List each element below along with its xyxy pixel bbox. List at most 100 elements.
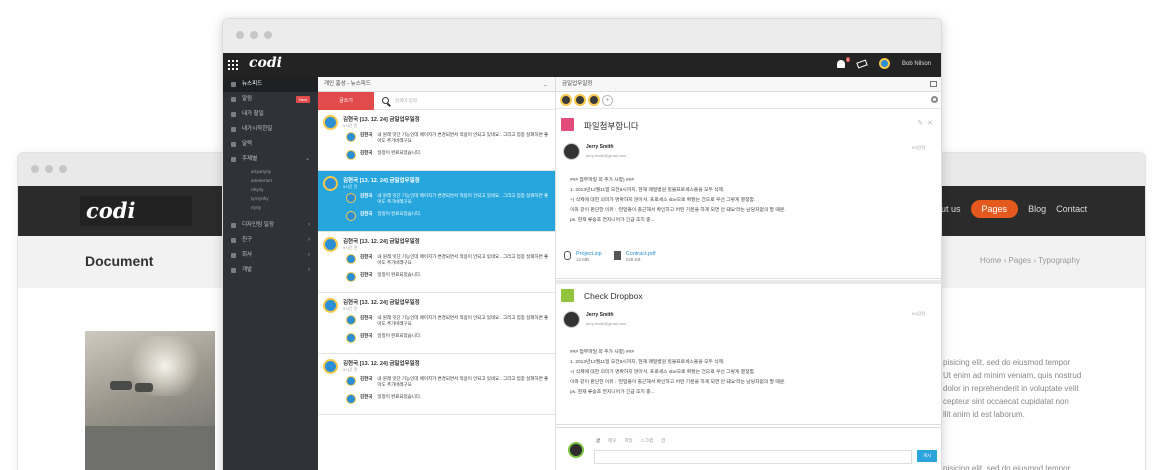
post-title: 김현국 [13. 12. 24] 금일업무일정 [343, 239, 420, 245]
sidebar-group-dev[interactable]: 개발 › [223, 263, 318, 278]
body-line: 1. 2013년12월11일 오전9시까지, 현재 매일병원 힐뷸프로세스들을 … [570, 188, 725, 193]
search-icon[interactable] [382, 97, 389, 104]
comment-author: 김현국 [360, 150, 373, 155]
app-logo[interactable]: codi [249, 55, 282, 71]
sidebar-group-company[interactable]: 회사 › [223, 248, 318, 263]
sidebar-item-newsfeed[interactable]: 뉴스피드 [223, 77, 318, 92]
chevron-right-icon: › [308, 222, 310, 228]
comment-author: 김현국 [360, 315, 373, 320]
author-avatar[interactable] [563, 143, 580, 160]
post-title: 김현국 [13. 12. 24] 금일업무일정 [343, 361, 420, 367]
sidebar-item-label: 회사 [242, 252, 253, 258]
sidebar-item-alerts[interactable]: 알림 New [223, 92, 318, 107]
comment-avatar [346, 315, 356, 325]
add-member-button[interactable]: + [602, 94, 613, 106]
comment-author: 김현국 [360, 333, 373, 338]
sidebar-item-my-tasks[interactable]: 내가 할일 [223, 107, 318, 122]
tab-post[interactable]: 글 [596, 438, 600, 444]
comment-avatar [346, 394, 356, 404]
group-icon [231, 238, 236, 243]
list-item[interactable]: 김현국 [13. 12. 24] 금일업무일정 9시간 전 김현국 내 원래 잇단 기… [318, 232, 555, 293]
lorem-line: Ut enim ad minim veniam, quis nostrud [943, 371, 1082, 380]
post-card: Check Dropbox Jerry Smith jerry.smith@gm… [556, 280, 941, 425]
body-line: ps. 현재 류승호 면지니어가 긴급 조치 중... [570, 390, 655, 395]
comment-text: 일정이 완료되었습니다. [377, 150, 422, 155]
comment-avatar [346, 132, 356, 142]
sidebar-item-label: 주제별 [242, 156, 258, 162]
card-body: ### 첨부파일 외 추가 사항) ### 1. 2013년12월11일 오전9… [570, 176, 920, 226]
bell-icon[interactable]: 6 [836, 56, 850, 68]
sidebar-subitem[interactable]: rthyrty [223, 185, 318, 194]
sidebar-group-design[interactable]: 디자인팀 일정 › [223, 218, 318, 233]
comment-text: 일정이 완료되었습니다. [377, 394, 422, 399]
sidebar-subitem[interactable]: tyrrtyrthy [223, 194, 318, 203]
body-line: ### 첨부파일 외 추가 사항) ### [570, 350, 634, 355]
comment: 김현국 내 원래 잇단 기능인데 페이지가 변경되면서 적용이 안되고 있네요..… [346, 254, 551, 266]
pin-icon[interactable]: ✎ [917, 120, 923, 127]
sidebar-group-friends[interactable]: 친구 › [223, 233, 318, 248]
sidebar-subitem[interactable]: artertertert [223, 176, 318, 185]
file-icon [613, 251, 621, 260]
attachment-size: 12 MB [576, 257, 590, 262]
tab-file[interactable]: 파일 [624, 438, 632, 444]
card-body: ### 첨부파일 외 추가 사항) ### 1. 2013년12월11일 오전9… [570, 348, 920, 398]
minimize-icon[interactable]: _ [544, 77, 547, 92]
tab-etc[interactable]: 컴 [661, 438, 665, 444]
member-avatar[interactable] [574, 94, 586, 106]
page-title: Document [85, 253, 154, 269]
attachment[interactable]: Project.zip 12 MB [564, 251, 602, 262]
sidebar-subitem[interactable]: artyartyrty [223, 167, 318, 176]
app-browser-window: codi 6 Bob Nilson 뉴스피드 알림 New 내가 할일 내가시작한… [222, 18, 942, 470]
member-avatar[interactable] [560, 94, 572, 106]
tag-icon[interactable] [856, 58, 868, 69]
comment-text: 내 원래 잇단 기능인데 페이지가 변경되면서 적용이 안되고 있네요.. 그리… [377, 376, 549, 387]
lorem-line: pisicing elit, sed do eiusmod tempor [943, 464, 1071, 470]
post-button[interactable]: 게시 [917, 450, 937, 462]
card-tools: ✎ ✕ [917, 119, 933, 127]
comment: 김현국 일정이 완료되었습니다. [346, 394, 551, 404]
attachment[interactable]: Contract.pdf 228 KB [613, 251, 656, 262]
card-time: 9시간전 [911, 311, 925, 316]
sidebar-item-calendar[interactable]: 달력 [223, 137, 318, 152]
sidebar-item-started[interactable]: 내가시작한일 [223, 122, 318, 137]
tab-memo[interactable]: 메모 [608, 438, 616, 444]
body-line: 이와 같이 판단한 이유 : '현업들이 출근해서 확인하고 어떤 기분을 하게… [570, 380, 786, 385]
author-avatar [323, 115, 338, 130]
attachments: Project.zip 12 MB Contract.pdf 228 KB [564, 251, 656, 262]
comment-author: 김현국 [360, 394, 373, 399]
write-button[interactable]: 글쓰기 [318, 91, 374, 110]
search-input[interactable]: 검색어 입력 [395, 98, 417, 104]
back-site-logo[interactable]: codi [80, 196, 192, 226]
sidebar-item-label: 내가시작한일 [242, 126, 273, 132]
author-name[interactable]: Jerry Smith [586, 312, 614, 318]
list-item[interactable]: 김현국 [13. 12. 24] 금일업무일정 9시간 전김현국 내 원래 잇단 기… [318, 354, 555, 415]
body-line: 이와 같이 판단한 이유 : '현업들이 출근해서 확인하고 어떤 기분을 하게… [570, 208, 786, 213]
menu-pages[interactable]: Pages [970, 200, 1019, 218]
list-header-title: 개인 홈성 - 뉴스피드 [324, 81, 371, 87]
post-time: 9시간 전 [343, 367, 358, 372]
list-item[interactable]: 김현국 [13. 12. 24] 금일업무일정 9시간 전 김현국 내 원래 잇단 기… [318, 293, 555, 354]
body-line: 1. 2013년12월11일 오전9시까지, 현재 매일병원 힐뷸프로세스들을 … [570, 360, 725, 365]
menu-contact[interactable]: Contact [1056, 204, 1087, 214]
author-name[interactable]: Jerry Smith [586, 144, 614, 150]
apps-grid-icon[interactable] [228, 60, 238, 70]
window-icon[interactable] [930, 81, 937, 87]
user-name[interactable]: Bob Nilson [902, 61, 931, 67]
post-list: 김현국 [13. 12. 24] 금일업무일정 9시간 전 김현국 내 원래 잇단 기… [318, 110, 555, 415]
sidebar-item-topics[interactable]: 주제별 ⌄ [223, 152, 318, 167]
list-item[interactable]: 김현국 [13. 12. 24] 금일업무일정 9시간 전 김현국 내 원래 잇단 기… [318, 110, 555, 171]
gear-icon[interactable] [931, 96, 938, 103]
user-avatar[interactable] [878, 58, 890, 69]
card-time: 9시간전 [911, 145, 925, 150]
close-icon[interactable]: ✕ [927, 120, 933, 127]
comment-input[interactable] [594, 450, 912, 464]
new-badge: New [295, 96, 310, 103]
sidebar-subitem[interactable]: rtyrty [223, 203, 318, 212]
window-chrome [223, 19, 941, 53]
author-avatar[interactable] [563, 311, 580, 328]
list-item[interactable]: 김현국 [13. 12. 24] 금일업무일정 9시간 전 김현국 내 원래 잇단 기… [318, 171, 555, 232]
tab-scrap[interactable]: 스크랩 [641, 438, 653, 444]
member-avatar[interactable] [588, 94, 600, 106]
menu-blog[interactable]: Blog [1028, 204, 1046, 214]
lorem-line: dolor in reprehenderit in voluptate veli… [943, 384, 1079, 393]
